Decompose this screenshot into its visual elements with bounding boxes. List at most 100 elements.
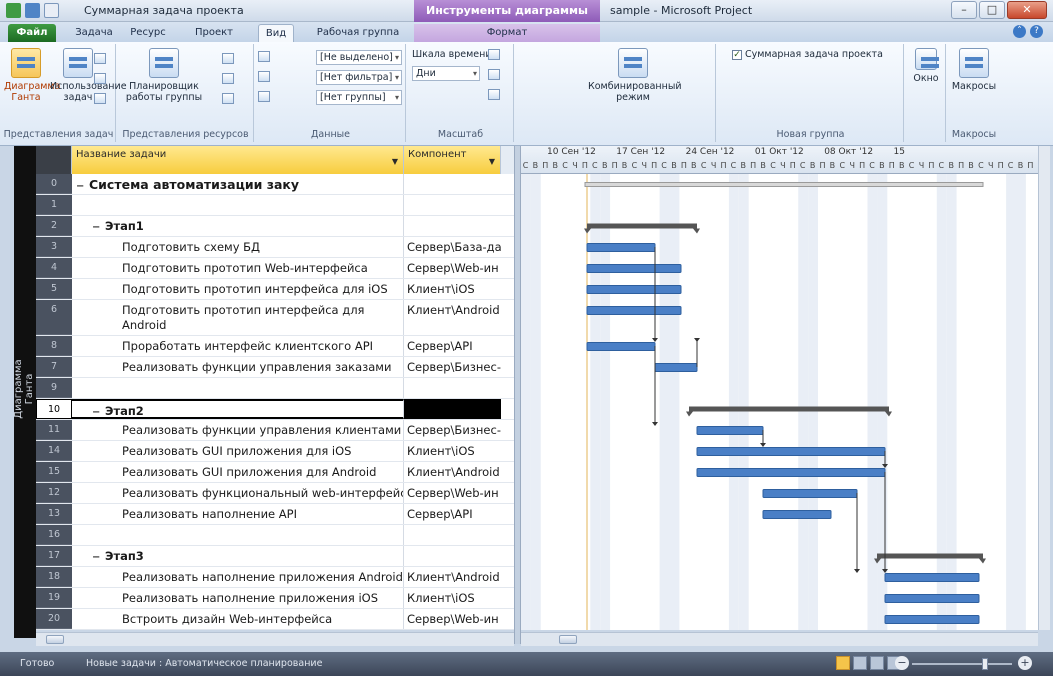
resource-sheet-button[interactable] [222, 72, 237, 86]
component-cell[interactable]: Сервер\Web-ин [404, 258, 501, 278]
component-cell[interactable]: Сервер\База-да [404, 237, 501, 257]
task-row[interactable]: 14 Реализовать GUI приложения для iOS Клие… [36, 441, 514, 462]
column-header-task-name[interactable]: Название задачи ▼ [72, 146, 404, 174]
tab-project[interactable]: Проект [184, 24, 244, 42]
row-id[interactable]: 2 [36, 216, 72, 236]
row-id[interactable]: 3 [36, 237, 72, 257]
task-name-cell[interactable] [72, 195, 404, 215]
summary-task-row[interactable]: 0− Система автоматизации заку [36, 174, 514, 195]
tab-file[interactable]: Файл [8, 24, 56, 42]
summary-task-checkbox[interactable]: ✓ Суммарная задача проекта [732, 48, 883, 62]
component-cell[interactable]: Клиент\Android [404, 567, 501, 587]
component-cell[interactable]: Клиент\iOS [404, 441, 501, 461]
component-cell[interactable]: Сервер\Бизнес- [404, 420, 501, 440]
resource-usage-button[interactable] [222, 52, 237, 66]
row-id[interactable]: 1 [36, 195, 72, 215]
task-row[interactable]: 7 Реализовать функции управления заказами… [36, 357, 514, 378]
outline-button[interactable] [258, 70, 273, 84]
selected-tasks-button[interactable] [488, 88, 503, 102]
row-id[interactable]: 19 [36, 588, 72, 608]
collapse-icon[interactable]: − [92, 405, 101, 417]
filter-dropdown[interactable]: [Нет фильтра] [316, 70, 402, 85]
window-button[interactable]: Окно [908, 48, 944, 84]
column-header-component[interactable]: Компонент ▼ [404, 146, 501, 174]
task-name-cell[interactable]: Проработать интерфейс клиентского API [72, 336, 404, 356]
task-bar[interactable] [586, 285, 682, 294]
task-name-cell[interactable] [72, 378, 404, 398]
task-bar[interactable] [696, 468, 886, 477]
timescale-dropdown[interactable]: Дни [412, 66, 480, 81]
tab-team[interactable]: Рабочая группа [306, 24, 410, 42]
other-resource-views-button[interactable] [222, 92, 237, 106]
task-row[interactable]: 6 Подготовить прототип интерфейса для And… [36, 300, 514, 336]
component-cell[interactable] [404, 174, 501, 194]
help-icon[interactable]: ? [1030, 25, 1043, 38]
task-name-cell[interactable]: Реализовать наполнение API [72, 504, 404, 524]
task-name-cell[interactable]: − Этап2 [72, 399, 404, 419]
task-row[interactable]: 4 Подготовить прототип Web-интерфейса Серв… [36, 258, 514, 279]
summary-task-row[interactable]: 17− Этап3 [36, 546, 514, 567]
gantt-vertical-scrollbar[interactable] [1038, 146, 1050, 630]
task-bar[interactable] [696, 426, 764, 435]
group-by-dropdown[interactable]: [Нет группы] [316, 90, 402, 105]
row-id[interactable]: 16 [36, 525, 72, 545]
task-bar[interactable] [586, 243, 656, 252]
task-name-cell[interactable]: − Этап1 [72, 216, 404, 236]
task-bar[interactable] [696, 447, 886, 456]
task-name-cell[interactable]: Подготовить прототип Web-интерфейса [72, 258, 404, 278]
filter-dropdown-icon[interactable]: ▼ [489, 155, 495, 169]
row-id[interactable]: 10 [36, 399, 72, 419]
task-name-cell[interactable]: Подготовить прототип интерфейса для iOS [72, 279, 404, 299]
task-name-cell[interactable]: Реализовать функциональный web-интерфейс [72, 483, 404, 503]
view-splitter[interactable] [514, 146, 521, 644]
task-bar[interactable] [762, 489, 858, 498]
summary-task-row[interactable]: 2− Этап1 [36, 216, 514, 237]
task-row[interactable]: 20 Встроить дизайн Web-интерфейса Сервер\W… [36, 609, 514, 630]
component-cell[interactable] [404, 546, 501, 566]
tab-task[interactable]: Задача [72, 24, 116, 42]
task-row[interactable]: 19 Реализовать наполнение приложения iOS К… [36, 588, 514, 609]
row-id[interactable]: 8 [36, 336, 72, 356]
zoom-out-button[interactable]: − [895, 656, 909, 670]
task-name-cell[interactable]: Реализовать функции управления клиентами [72, 420, 404, 440]
task-bar[interactable] [762, 510, 832, 519]
collapse-icon[interactable]: − [76, 179, 85, 194]
component-cell[interactable] [404, 399, 501, 419]
row-id[interactable]: 7 [36, 357, 72, 377]
component-cell[interactable]: Клиент\iOS [404, 588, 501, 608]
row-id[interactable]: 4 [36, 258, 72, 278]
component-cell[interactable]: Клиент\Android [404, 462, 501, 482]
row-id[interactable]: 0 [36, 174, 72, 194]
task-row[interactable]: 9 [36, 378, 514, 399]
component-cell[interactable] [404, 525, 501, 545]
highlight-dropdown[interactable]: [Не выделено] [316, 50, 402, 65]
component-cell[interactable] [404, 216, 501, 236]
task-name-cell[interactable]: Реализовать GUI приложения для Android [72, 462, 404, 482]
combined-mode-button[interactable]: Комбинированный режим [588, 48, 682, 103]
macros-button[interactable]: Макросы [950, 48, 998, 92]
task-name-cell[interactable]: Реализовать наполнение приложения iOS [72, 588, 404, 608]
task-row[interactable]: 5 Подготовить прототип интерфейса для iOS… [36, 279, 514, 300]
task-name-cell[interactable]: Подготовить схему БД [72, 237, 404, 257]
collapse-icon[interactable]: − [92, 550, 101, 565]
task-name-cell[interactable]: − Система автоматизации заку [72, 174, 404, 194]
gantt-scroll-thumb[interactable] [559, 635, 577, 644]
task-bar[interactable] [884, 594, 980, 603]
summary-bar[interactable] [877, 553, 983, 559]
task-bar[interactable] [884, 615, 980, 624]
minimize-button[interactable]: – [951, 1, 977, 19]
component-cell[interactable]: Сервер\Web-ин [404, 609, 501, 629]
row-id[interactable]: 17 [36, 546, 72, 566]
task-bar[interactable] [586, 264, 682, 273]
team-planner-shortcut-icon[interactable] [870, 656, 884, 670]
component-cell[interactable]: Клиент\Android [404, 300, 501, 335]
summary-bar[interactable] [689, 406, 889, 412]
tab-format[interactable]: Формат [414, 24, 600, 42]
task-row[interactable]: 16 [36, 525, 514, 546]
checkbox-icon[interactable] [44, 3, 59, 18]
sort-button[interactable] [258, 50, 273, 64]
grid-scroll-thumb[interactable] [46, 635, 64, 644]
tab-view[interactable]: Вид [258, 24, 294, 42]
task-row[interactable]: 18 Реализовать наполнение приложения Andr… [36, 567, 514, 588]
row-id[interactable]: 12 [36, 483, 72, 503]
